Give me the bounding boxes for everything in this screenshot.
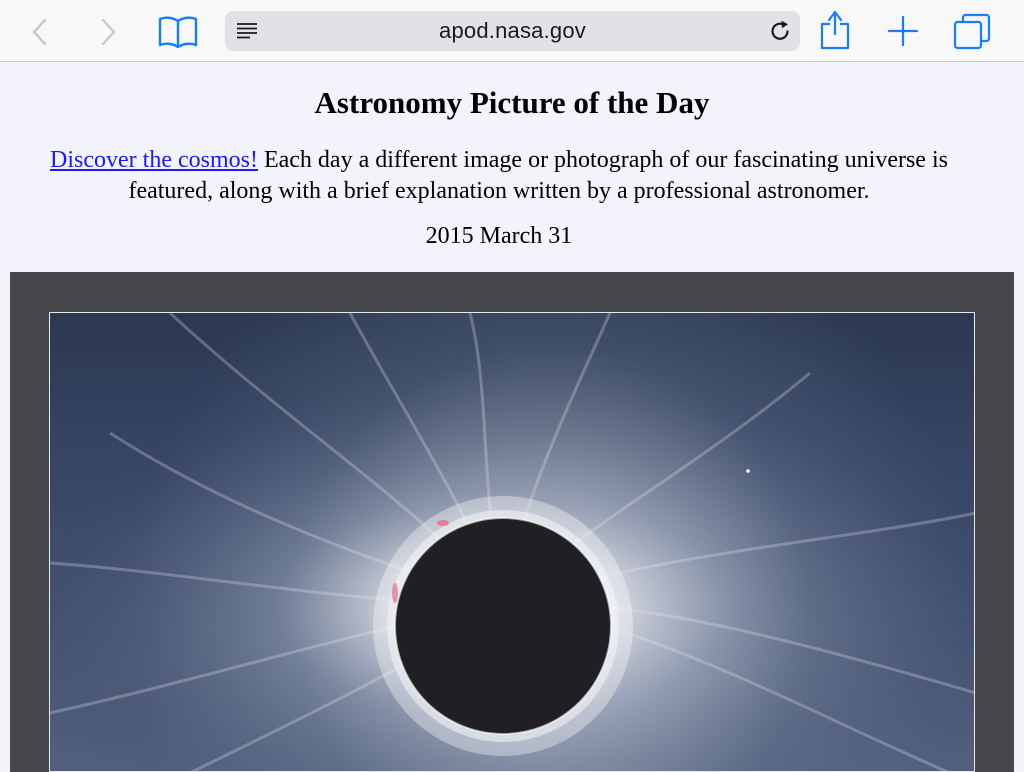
eclipse-image[interactable] (49, 312, 975, 772)
reload-icon[interactable] (768, 19, 792, 43)
plus-icon (887, 15, 919, 47)
share-icon (820, 10, 850, 50)
share-button[interactable] (814, 6, 856, 52)
picture-date: 2015 March 31 (425, 223, 573, 249)
page-content: Astronomy Picture of the Day Discover th… (0, 63, 1024, 772)
tabs-icon (953, 13, 991, 50)
forward-button[interactable] (90, 14, 126, 50)
book-icon (158, 16, 198, 49)
address-bar[interactable]: apod.nasa.gov (225, 11, 800, 51)
bookmarks-button[interactable] (155, 12, 201, 50)
solar-eclipse-picture (50, 313, 974, 771)
chevron-right-icon (101, 18, 116, 46)
show-tabs-button[interactable] (950, 10, 994, 52)
back-button[interactable] (22, 14, 58, 50)
discover-cosmos-link[interactable]: Discover the cosmos! (50, 147, 258, 173)
chevron-left-icon (32, 18, 47, 46)
image-frame (10, 272, 1014, 772)
page-title: Astronomy Picture of the Day (314, 85, 710, 120)
new-tab-button[interactable] (882, 10, 924, 52)
intro-paragraph: Discover the cosmos! Each day a differen… (14, 145, 984, 207)
browser-toolbar: apod.nasa.gov (0, 0, 1024, 62)
url-text[interactable]: apod.nasa.gov (225, 11, 800, 51)
